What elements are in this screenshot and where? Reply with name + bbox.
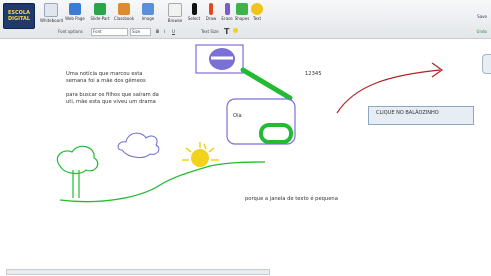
side-panel-toggle[interactable] <box>482 54 491 74</box>
text-line: Uma notícia que marcou esta <box>66 71 143 77</box>
caption-text[interactable]: porque a janela de texto é pequena <box>245 196 338 203</box>
green-line <box>240 67 293 101</box>
whiteboard-canvas[interactable] <box>0 0 491 276</box>
green-oval <box>259 123 293 144</box>
sun <box>182 142 219 167</box>
text-line: para buscar os filhos que saíram da <box>66 92 159 98</box>
bottom-scrollbar[interactable] <box>6 269 270 275</box>
text-line: semana foi a mãe dos gêmeos <box>66 78 146 84</box>
note-textbox[interactable]: CLIQUE NO BALÃOZINHO <box>368 106 474 125</box>
ground-line <box>59 161 266 203</box>
number-label[interactable]: 12345 <box>305 71 322 78</box>
cloud-shape <box>117 132 160 158</box>
tree-crown <box>56 145 99 175</box>
note-label: CLIQUE NO BALÃOZINHO <box>376 110 439 116</box>
text-block-2[interactable]: para buscar os filhos que saíram da uti,… <box>66 92 159 106</box>
text-line: uti, mãe esta que viveu um drama <box>66 99 156 105</box>
text-block-1[interactable]: Uma notícia que marcou esta semana foi a… <box>66 71 146 85</box>
box-label[interactable]: Ola <box>233 113 242 120</box>
